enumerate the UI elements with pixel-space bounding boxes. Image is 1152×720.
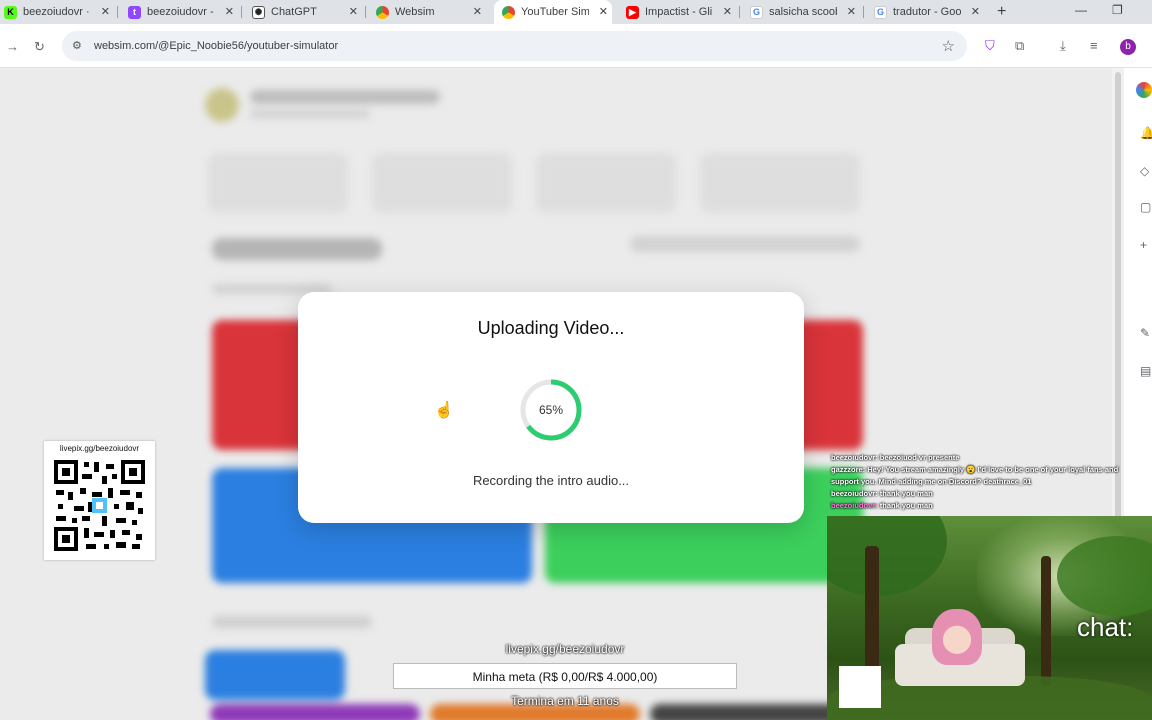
vtuber-avatar <box>932 609 982 665</box>
tab-8[interactable]: G tradutor - Goo ✕ <box>874 0 984 24</box>
tab-label: beezoiudovr · S <box>23 6 91 18</box>
close-icon[interactable]: ✕ <box>101 5 110 18</box>
bookmark-star-icon[interactable]: ☆ <box>942 37 955 55</box>
tag-icon[interactable]: ◇ <box>1140 164 1149 178</box>
chatgpt-icon: ✺ <box>252 5 265 19</box>
upload-modal: Uploading Video... 65% Recording the int… <box>298 292 804 523</box>
download-icon[interactable]: ⤓ <box>1060 38 1066 54</box>
chat-message: beezoiudovr: thank you man <box>831 489 933 498</box>
chat-message: gazzzore: Hey! You stream amazingly 😮 I'… <box>831 465 1119 486</box>
close-icon[interactable]: ✕ <box>599 5 608 18</box>
tab-label: tradutor - Goo <box>893 6 961 18</box>
kick-icon: K <box>4 5 17 19</box>
comment-icon[interactable]: ▤ <box>1140 364 1151 378</box>
tab-1[interactable]: K beezoiudovr · S ✕ <box>4 0 114 24</box>
streamer-camera-overlay: chat: <box>827 516 1152 720</box>
chrome-icon <box>376 5 389 19</box>
chat-message: beezoiudovr: thank you man <box>831 501 933 510</box>
document-icon[interactable]: ▢ <box>1140 200 1151 214</box>
browser-toolbar: → ↻ ⚙ websim.com/@Epic_Noobie56/youtuber… <box>0 24 1152 68</box>
camera-qr-icon <box>839 666 881 708</box>
tab-label: Websim <box>395 6 435 18</box>
hand-cursor-icon: ☝ <box>434 402 454 419</box>
forward-icon[interactable]: → <box>6 39 19 54</box>
tab-4[interactable]: Websim ✕ <box>376 0 486 24</box>
extension-shield-icon[interactable]: ⛉ <box>985 38 995 54</box>
donation-goal-bar: Minha meta (R$ 0,00/R$ 4.000,00) <box>393 663 737 689</box>
chrome-icon <box>502 5 515 19</box>
close-icon[interactable]: ✕ <box>349 5 358 18</box>
goal-text: Minha meta (R$ 0,00/R$ 4.000,00) <box>472 670 658 684</box>
add-icon[interactable]: + <box>1140 238 1147 252</box>
site-settings-icon[interactable]: ⚙ <box>72 39 86 53</box>
tab-label: Impactist - Gli <box>645 6 713 18</box>
upload-status: Recording the intro audio... <box>472 473 630 488</box>
qr-code-icon <box>52 458 147 553</box>
address-bar[interactable]: ⚙ websim.com/@Epic_Noobie56/youtuber-sim… <box>62 31 967 61</box>
reload-icon[interactable]: ↻ <box>34 39 45 55</box>
youtube-icon: ▶ <box>626 5 639 19</box>
twitch-icon: t <box>128 5 141 19</box>
profile-avatar[interactable]: b <box>1120 39 1136 55</box>
restore-icon[interactable]: ❐ <box>1112 3 1123 17</box>
tab-label: beezoiudovr - <box>147 6 214 18</box>
google-icon: G <box>874 5 887 19</box>
close-icon[interactable]: ✕ <box>225 5 234 18</box>
bell-icon[interactable]: 🔔 <box>1140 126 1152 140</box>
tab-7[interactable]: G salsicha scoob ✕ <box>750 0 860 24</box>
minimize-icon[interactable]: — <box>1075 3 1087 17</box>
livepix-qr-card: livepix.gg/beezoiudovr <box>44 441 155 560</box>
progress-percent: 65% <box>538 403 564 417</box>
camera-chat-label: chat: <box>1077 612 1134 642</box>
close-icon[interactable]: ✕ <box>473 5 482 18</box>
chat-message: beezoiudovr: beezoiuod vr presente <box>831 453 960 462</box>
media-queue-icon[interactable]: ≡ <box>1090 38 1098 53</box>
side-app-icon[interactable] <box>1136 82 1152 98</box>
tab-strip: K beezoiudovr · S ✕ t beezoiudovr - ✕ ✺ … <box>0 0 1152 24</box>
close-icon[interactable]: ✕ <box>723 5 732 18</box>
goal-ends: Termina em 11 anos <box>511 694 619 708</box>
tab-label: YouTuber Sim <box>521 6 589 18</box>
url-text[interactable]: websim.com/@Epic_Noobie56/youtuber-simul… <box>94 40 338 52</box>
tab-label: ChatGPT <box>271 6 317 18</box>
modal-title: Uploading Video... <box>477 318 625 338</box>
tab-label: salsicha scoob <box>769 6 837 18</box>
tab-3[interactable]: ✺ ChatGPT ✕ <box>252 0 362 24</box>
edit-icon[interactable]: ✎ <box>1140 326 1150 340</box>
tab-6[interactable]: ▶ Impactist - Gli ✕ <box>626 0 736 24</box>
tab-5-active[interactable]: YouTuber Sim ✕ <box>494 0 612 24</box>
stream-chat-overlay: beezoiudovr: beezoiuod vr presente gazzz… <box>831 452 1131 512</box>
google-icon: G <box>750 5 763 19</box>
extensions-puzzle-icon[interactable]: ⧉ <box>1015 38 1024 54</box>
close-icon[interactable]: ✕ <box>971 5 980 18</box>
close-icon[interactable]: ✕ <box>847 5 856 18</box>
qr-label: livepix.gg/beezoiudovr <box>59 444 140 453</box>
tab-2[interactable]: t beezoiudovr - ✕ <box>128 0 238 24</box>
donation-url: livepix.gg/beezoiudovr <box>505 642 625 656</box>
new-tab-icon[interactable]: + <box>997 3 1006 21</box>
